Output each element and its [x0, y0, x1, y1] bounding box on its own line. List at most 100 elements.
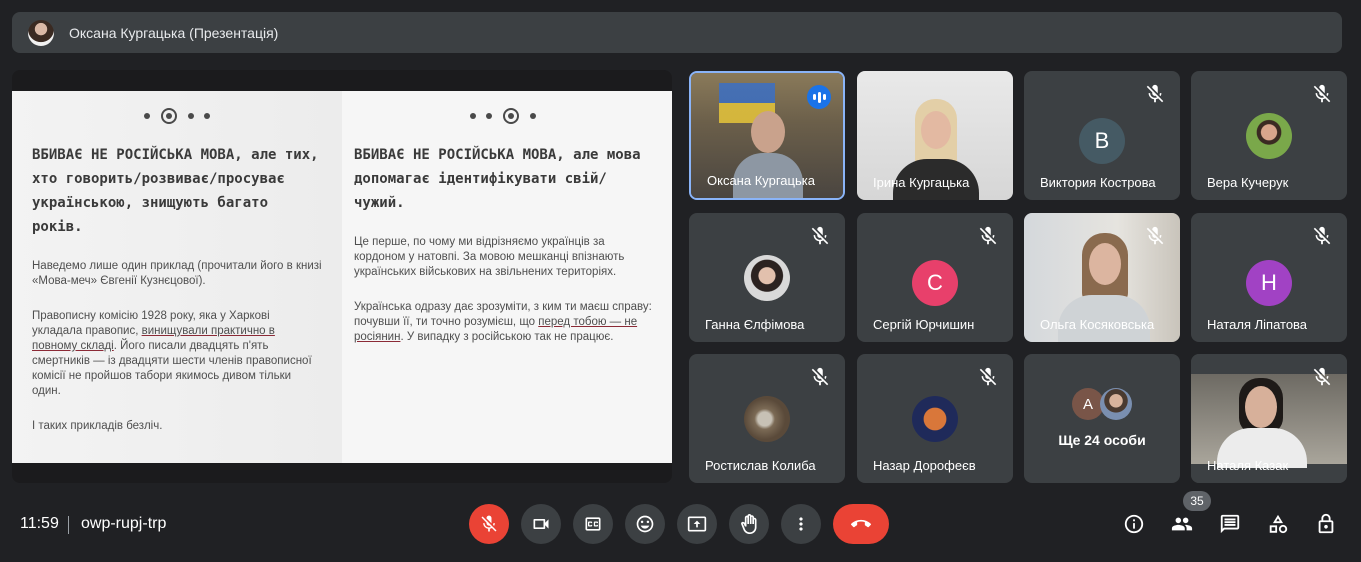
bullet-icon — [486, 113, 492, 120]
more-participants-tile[interactable]: А Ще 24 особи — [1024, 354, 1180, 483]
participant-name: Ольга Косяковська — [1040, 317, 1155, 332]
bullet-icon — [144, 113, 150, 120]
present-button[interactable] — [677, 504, 717, 544]
participant-tile[interactable]: Ростислав Колиба — [689, 354, 845, 483]
ring-icon — [503, 108, 519, 125]
participant-photo — [744, 255, 790, 301]
reactions-button[interactable] — [625, 504, 665, 544]
mic-off-icon — [1311, 83, 1333, 105]
mic-off-icon — [809, 366, 831, 388]
slide-left-column: ВБИВАЄ НЕ РОСІЙСЬКА МОВА, але тих, хто г… — [12, 91, 342, 463]
participant-tile[interactable]: Наталя Казак — [1191, 354, 1347, 483]
raise-hand-button[interactable] — [729, 504, 769, 544]
present-icon — [687, 516, 707, 532]
captions-icon — [585, 517, 601, 531]
presenter-title: Оксана Кургацька (Презентація) — [69, 24, 279, 41]
participant-name: Ганна Єлфімова — [705, 317, 805, 332]
slide-left-paragraph-2: Правописну комісію 1928 року, яка у Харк… — [32, 309, 322, 399]
clock: 11:59 — [20, 515, 59, 532]
mic-off-icon — [481, 515, 497, 532]
participant-photo — [744, 396, 790, 442]
mic-toggle-button[interactable] — [469, 504, 509, 544]
end-call-icon — [851, 519, 871, 528]
mic-off-icon — [1144, 225, 1166, 247]
participant-photo — [1100, 388, 1132, 420]
slide-left-paragraph-3: І таких прикладів безліч. — [32, 420, 163, 432]
slide: ВБИВАЄ НЕ РОСІЙСЬКА МОВА, але тих, хто г… — [12, 91, 672, 463]
participant-initial: В — [1079, 118, 1125, 164]
presentation-stage[interactable]: ВБИВАЄ НЕ РОСІЙСЬКА МОВА, але тих, хто г… — [12, 70, 672, 483]
bullet-icon — [530, 113, 536, 120]
participant-tile[interactable]: Н Наталя Ліпатова — [1191, 213, 1347, 342]
mic-off-icon — [977, 366, 999, 388]
participant-name: Наталя Ліпатова — [1207, 317, 1308, 332]
presenter-bar: Оксана Кургацька (Презентація) — [12, 12, 1342, 53]
chat-button[interactable] — [1217, 511, 1243, 537]
participant-name: Назар Дорофеєв — [873, 458, 976, 473]
slide-right-paragraph-2: Українська одразу дає зрозуміти, з ким т… — [354, 300, 652, 345]
captions-button[interactable] — [573, 504, 613, 544]
participant-photo — [912, 396, 958, 442]
mic-off-icon — [1311, 225, 1333, 247]
participant-name: Ростислав Колиба — [705, 458, 816, 473]
slide-left-paragraph-1: Наведемо лише один приклад (прочитали йо… — [32, 260, 322, 287]
activities-button[interactable] — [1265, 511, 1291, 537]
emoji-icon — [636, 515, 654, 533]
slide-right-paragraph-1: Це перше, по чому ми відрізняємо українц… — [354, 236, 625, 278]
participant-tile[interactable]: Вера Кучерук — [1191, 71, 1347, 200]
control-bar: 11:59 owp-rupj-trp — [0, 495, 1361, 555]
participant-tile[interactable]: Ірина Кургацька — [857, 71, 1013, 200]
participant-initial: Н — [1246, 260, 1292, 306]
meeting-code: owp-rupj-trp — [81, 515, 167, 532]
bullet-icon — [470, 113, 476, 120]
participant-tile[interactable]: С Сергій Юрчишин — [857, 213, 1013, 342]
chat-icon — [1220, 514, 1240, 534]
mic-off-icon — [977, 225, 999, 247]
face — [1089, 243, 1121, 285]
leave-call-button[interactable] — [833, 504, 889, 544]
participant-name: Ірина Кургацька — [873, 175, 970, 190]
mic-off-icon — [1144, 83, 1166, 105]
participant-tile[interactable]: Назар Дорофеєв — [857, 354, 1013, 483]
ring-icon — [161, 108, 177, 125]
mic-off-icon — [1311, 366, 1333, 388]
participant-name: Сергій Юрчишин — [873, 317, 975, 332]
participant-initial: С — [912, 260, 958, 306]
participant-name: Наталя Казак — [1207, 458, 1289, 473]
participant-tile[interactable]: В Виктория Кострова — [1024, 71, 1180, 200]
participant-tile[interactable]: Оксана Кургацька — [689, 71, 845, 200]
bullet-icon — [204, 113, 210, 120]
slide-nav-right — [354, 91, 652, 135]
more-avatars: А — [1072, 388, 1132, 420]
info-icon — [1124, 514, 1144, 534]
more-options-button[interactable] — [781, 504, 821, 544]
mic-off-icon — [809, 225, 831, 247]
camera-icon — [533, 519, 549, 529]
host-controls-button[interactable] — [1313, 511, 1339, 537]
text: . У випадку з російською так не працює. — [400, 331, 614, 343]
participant-photo — [1246, 113, 1292, 159]
camera-toggle-button[interactable] — [521, 504, 561, 544]
speaking-indicator-icon — [807, 85, 831, 109]
bullet-icon — [188, 113, 194, 120]
people-icon — [1171, 517, 1193, 531]
face — [751, 111, 785, 153]
presenter-avatar — [28, 19, 54, 46]
participant-tile[interactable]: Ганна Єлфімова — [689, 213, 845, 342]
hand-icon — [741, 514, 757, 534]
participant-name: Вера Кучерук — [1207, 175, 1289, 190]
host-controls-icon — [1318, 513, 1334, 534]
slide-right-column: ВБИВАЄ НЕ РОСІЙСЬКА МОВА, але мова допом… — [342, 91, 672, 463]
people-button[interactable] — [1169, 511, 1195, 537]
slide-right-heading: ВБИВАЄ НЕ РОСІЙСЬКА МОВА, але мова допом… — [354, 147, 641, 211]
participant-name: Оксана Кургацька — [707, 173, 815, 188]
more-icon — [799, 517, 803, 531]
face — [921, 111, 951, 149]
face — [1245, 386, 1277, 428]
participant-name: Виктория Кострова — [1040, 175, 1156, 190]
slide-left-heading: ВБИВАЄ НЕ РОСІЙСЬКА МОВА, але тих, хто г… — [32, 147, 319, 235]
participant-tile[interactable]: Ольга Косяковська — [1024, 213, 1180, 342]
slide-nav-left — [32, 91, 322, 135]
more-participants-label: Ще 24 особи — [1058, 432, 1146, 448]
meeting-info-button[interactable] — [1121, 511, 1147, 537]
